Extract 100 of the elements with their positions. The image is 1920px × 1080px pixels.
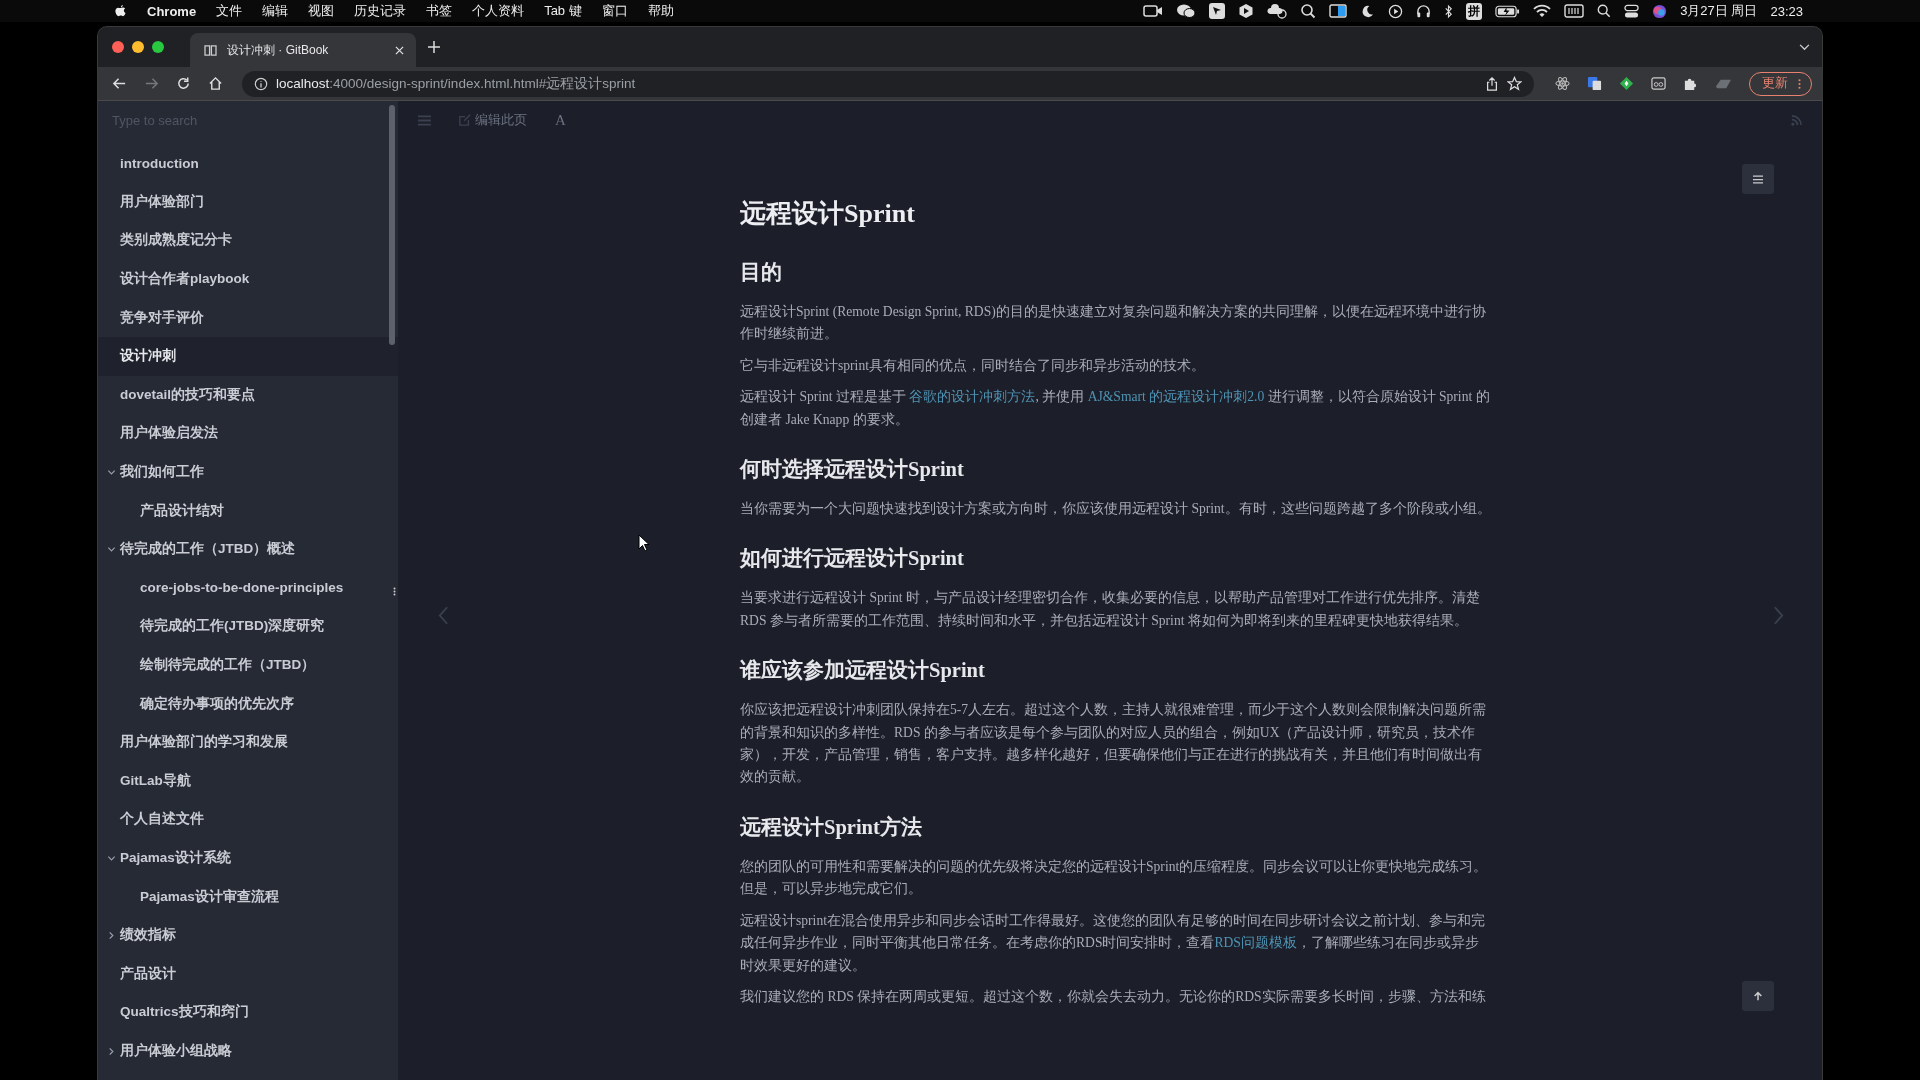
chat-bubbles-icon[interactable] <box>1176 3 1197 19</box>
apple-logo-icon[interactable] <box>114 3 127 19</box>
nav-item[interactable]: 确定待办事项的优先次序 <box>98 684 398 723</box>
menu-item[interactable]: 个人资料 <box>472 2 525 20</box>
menu-item[interactable]: 书签 <box>426 2 453 20</box>
input-method-indicator[interactable]: 拼 <box>1466 2 1483 20</box>
cursor-app-icon[interactable] <box>1209 3 1226 19</box>
paragraph: 我们建议您的 RDS 保持在两周或更短。超过这个数，你就会失去动力。无论你的RDS实际需要多长时间，步骤、方法和练 <box>740 987 1487 1006</box>
reload-icon[interactable] <box>176 76 191 91</box>
menu-item[interactable]: 历史记录 <box>354 2 407 20</box>
paragraph: 当要求进行远程设计 Sprint 时，与产品设计经理密切合作，收集必要的信息，以帮助产品管理对工作进行优先排序。清楚 RDS 参与者所需要的工作范围、持续时间和水平，并包括远程设计 Sprint 将如何为即将到来的里程碑更快地获得结果。 <box>740 589 1482 630</box>
home-icon[interactable] <box>208 76 223 91</box>
nav-item[interactable]: 产品设计 <box>98 954 398 994</box>
table-of-contents-button[interactable] <box>1742 164 1774 194</box>
video-camera-icon[interactable] <box>1143 4 1164 18</box>
nav-item[interactable]: 设计合作者playbook <box>98 259 398 299</box>
paragraph: 远程设计Sprint (Remote Design Sprint, RDS)的目的是快速建立对复杂问题和解决方案的共同理解，以便在远程环境中进行协作时继续前进。 <box>740 303 1487 344</box>
link[interactable]: RDS问题模板 <box>1214 935 1297 951</box>
section-heading: 如何进行远程设计Sprint <box>740 546 965 572</box>
minimize-window-button[interactable] <box>132 41 144 53</box>
atom-icon[interactable] <box>1555 76 1570 91</box>
list-icon <box>1753 175 1763 183</box>
share-icon[interactable] <box>1485 76 1499 91</box>
nav-item[interactable]: 类别成熟度记分卡 <box>98 221 398 260</box>
menu-item[interactable]: 视图 <box>308 2 335 20</box>
nav-item[interactable]: Pajamas设计审查流程 <box>98 877 398 916</box>
menu-bar-date[interactable]: 3月27日 周日 <box>1680 2 1758 20</box>
nav-item[interactable]: 用户体验小组战略 <box>98 1031 398 1071</box>
nav-item[interactable]: 我们如何工作 <box>98 452 398 492</box>
translate-icon[interactable] <box>1587 76 1602 91</box>
info-icon[interactable] <box>254 76 268 91</box>
mouse-pointer-icon <box>638 534 650 552</box>
nav-item[interactable]: 个人自述文件 <box>98 800 398 839</box>
play-circle-icon[interactable] <box>1388 3 1404 19</box>
bluetooth-icon[interactable] <box>1444 3 1454 19</box>
menu-item[interactable]: 文件 <box>216 2 243 20</box>
menu-item[interactable]: 编辑 <box>262 2 289 20</box>
nav-item[interactable]: 竞争对手评价 <box>98 298 398 337</box>
address-bar[interactable]: localhost:4000/design-sprint/index.html.html#远程设计sprint <box>242 70 1534 97</box>
page-title: 远程设计Sprint <box>740 198 916 230</box>
moon-icon[interactable] <box>1360 3 1376 19</box>
chevron-down-icon[interactable] <box>1799 43 1810 51</box>
menu-item[interactable]: 窗口 <box>601 2 628 20</box>
link[interactable]: 谷歌的设计冲刺方法 <box>909 389 1036 405</box>
nav-item[interactable]: 用户体验部门的学习和发展 <box>98 722 398 762</box>
mask-extension-icon[interactable] <box>1651 76 1666 91</box>
nav-item[interactable]: Pajamas设计系统 <box>98 838 398 878</box>
nav-item[interactable]: dovetail的技巧和要点 <box>98 375 398 415</box>
toggles-icon[interactable] <box>1624 3 1640 19</box>
nav-item[interactable]: 绘制待完成的工作（JTBD） <box>98 645 398 685</box>
menu-app-name[interactable]: Chrome <box>147 3 197 19</box>
star-icon[interactable] <box>1507 76 1522 91</box>
keyboard-icon[interactable] <box>1564 4 1585 18</box>
back-icon[interactable] <box>112 76 127 91</box>
nav-item[interactable]: 待完成的工作（JTBD）概述 <box>98 529 398 569</box>
dark-extension-icon[interactable] <box>1715 77 1732 90</box>
scrollbar-thumb[interactable] <box>389 105 395 345</box>
kebab-menu-icon[interactable] <box>1798 77 1801 90</box>
drag-handle-icon[interactable] <box>393 586 396 597</box>
nav-item[interactable]: 产品设计结对 <box>98 491 398 530</box>
split-window-icon[interactable] <box>1329 4 1348 18</box>
search-icon[interactable] <box>1597 4 1612 18</box>
headphones-icon[interactable] <box>1416 3 1432 19</box>
diamond-extension-icon[interactable] <box>1619 76 1634 91</box>
new-tab-icon[interactable] <box>428 41 440 53</box>
paragraph: 您的团队的可用性和需要解决的问题的优先级将决定您的远程设计Sprint的压缩程度。同步会议可以让你更快地完成练习。但是，可以异步地完成它们。 <box>740 857 1489 899</box>
book-icon <box>204 44 217 56</box>
zoom-window-button[interactable] <box>152 41 164 53</box>
link[interactable]: AJ&Smart 的远程设计冲刺2.0 <box>1087 389 1265 405</box>
nav-item[interactable]: 设计冲刺 <box>98 336 398 376</box>
puzzle-icon[interactable] <box>1683 76 1698 91</box>
nav-item[interactable]: 绩效指标 <box>98 915 398 955</box>
paragraph: 远程设计 Sprint 过程是基于 谷歌的设计冲刺方法, 并使用 AJ&Smart 的远程设计冲刺2.0 进行调整，以符合原始设计 Sprint 的创建者 Jake Knapp 的要求。 <box>740 388 1491 429</box>
nav-item[interactable]: GitLab导航 <box>98 761 398 801</box>
battery-charging-icon[interactable] <box>1495 4 1521 18</box>
menu-bar-clock[interactable]: 23:23 <box>1770 3 1803 19</box>
paragraph: 当你需要为一个大问题快速找到设计方案或方向时，你应该使用远程设计 Sprint。有时，这些问题跨越了多个阶段或小组。 <box>740 500 1492 519</box>
menu-item[interactable]: Tab 键 <box>544 2 582 20</box>
nav-item[interactable]: Qualtrics技巧和窍门 <box>98 993 398 1032</box>
section-heading: 远程设计Sprint方法 <box>740 814 923 841</box>
cloud-alert-icon[interactable] <box>1267 3 1288 19</box>
nav-item[interactable]: 用户体验启发法 <box>98 414 398 453</box>
nav-item[interactable]: 用户体验部门 <box>98 182 398 222</box>
nav-item[interactable]: core-jobs-to-be-done-principles <box>98 568 398 608</box>
menu-item[interactable]: 帮助 <box>647 2 674 20</box>
nav-item[interactable]: introduction <box>98 144 398 183</box>
siri-orb-icon[interactable] <box>1652 3 1668 19</box>
forward-icon[interactable] <box>144 76 159 91</box>
url-text: localhost:4000/design-sprint/index.html.html#远程设计sprint <box>276 74 636 93</box>
nav-item[interactable]: 待完成的工作(JTBD)深度研究 <box>98 607 398 646</box>
section-heading: 目的 <box>740 260 783 285</box>
back-to-top-button[interactable] <box>1742 981 1774 1011</box>
wifi-icon[interactable] <box>1533 4 1552 18</box>
section-heading: 何时选择远程设计Sprint <box>740 457 965 483</box>
paragraph: 你应该把远程设计冲刺团队保持在5-7人左右。超过这个人数，主持人就很难管理，而少于这个人数则会限制解决问题所需的背景和知识的多样性。RDS 的参与者应该是每个参与团队的对应人员的组合，例如UX（产品设计师，研究员，技术作家），开发，产品管理，销售，客户支持。越多样化越好，但要确保他们与正在进行的挑战有关，并且他们有时间做出有效的贡献。 <box>740 701 1488 787</box>
magnifier-window-icon[interactable] <box>1300 3 1317 19</box>
browser-tab[interactable]: 设计冲刺 · GitBook <box>190 33 416 67</box>
close-icon[interactable] <box>395 45 404 55</box>
close-window-button[interactable] <box>112 41 124 53</box>
hexagon-app-icon[interactable] <box>1238 3 1255 19</box>
